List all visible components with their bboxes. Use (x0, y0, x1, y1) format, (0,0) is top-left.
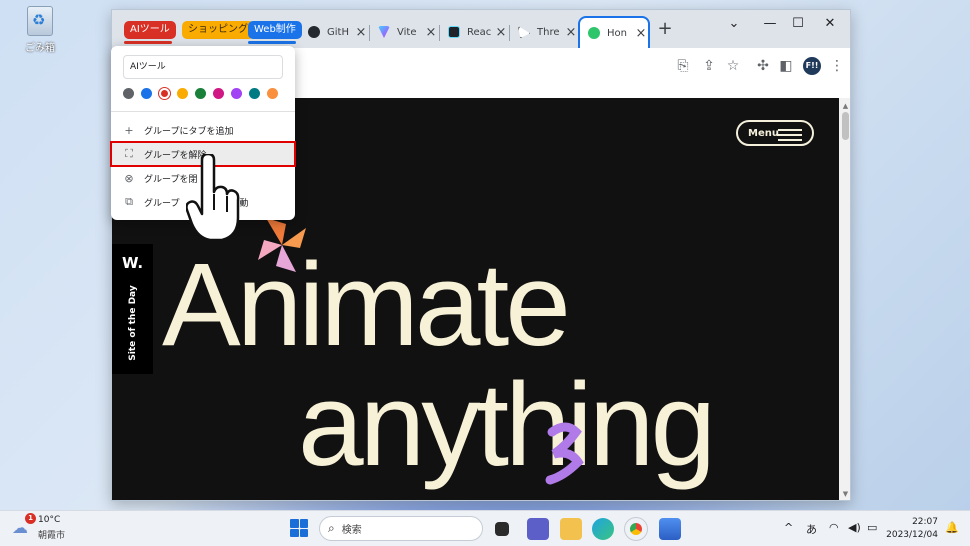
translate-icon[interactable]: ⎘ (674, 57, 692, 75)
store-icon[interactable] (659, 518, 681, 540)
scroll-down-arrow-icon[interactable]: ▼ (839, 488, 850, 500)
tab-label: Vite (397, 26, 417, 38)
notification-badge: 1 (25, 513, 36, 524)
scroll-up-arrow-icon[interactable]: ▲ (839, 100, 850, 112)
tab-vite[interactable]: Vite × (370, 16, 438, 48)
group-color-swatch[interactable] (141, 88, 152, 99)
github-icon (308, 26, 320, 38)
new-tab-button[interactable]: + (654, 19, 676, 41)
group-color-swatch[interactable] (195, 88, 206, 99)
group-color-swatch[interactable] (123, 88, 134, 99)
add-tab-to-group-item[interactable]: + グループにタブを追加 (111, 118, 295, 142)
tab-threejs[interactable]: Thre × (510, 16, 578, 48)
share-icon[interactable]: ⇪ (700, 57, 718, 75)
hero-heading-line2: anything (298, 359, 716, 491)
recycle-bin-label: ごみ箱 (25, 43, 55, 54)
tab-group-ai-tools[interactable]: AIツール (124, 21, 176, 39)
side-panel-icon[interactable]: ◧ (777, 57, 795, 75)
hero-heading-line1: Animate (162, 239, 571, 371)
close-icon[interactable]: × (564, 25, 578, 40)
bookmark-star-icon[interactable]: ☆ (724, 57, 742, 75)
hamburger-icon (778, 129, 802, 144)
tab-react[interactable]: Reac × (440, 16, 508, 48)
chevron-up-icon[interactable]: ^ (784, 521, 793, 534)
award-text: Site of the Day (128, 285, 138, 361)
awwwards-badge[interactable]: W. Site of the Day (112, 244, 153, 374)
taskbar: ☁ 1 10°C 朝霞市 ⌕ 検索 ^ あ ◠ ◀) ▭ 22:07 2023/… (0, 510, 970, 546)
clock-time: 22:07 (912, 517, 938, 527)
tab-group-shopping[interactable]: ショッピング (182, 21, 254, 39)
group-color-picker (123, 88, 278, 99)
tab-label: GitH (327, 26, 349, 38)
clover-icon (588, 27, 600, 39)
group-color-swatch[interactable] (177, 88, 188, 99)
maximize-button[interactable]: ☐ (780, 13, 816, 35)
close-icon[interactable]: × (354, 25, 368, 40)
tab-label: Hon (607, 27, 627, 39)
menu-divider (111, 111, 295, 112)
tab-group-web[interactable]: Web制作 (248, 21, 302, 39)
close-circle-icon: ⊗ (124, 171, 134, 185)
close-window-button[interactable]: ✕ (812, 13, 848, 35)
start-button-windows-icon[interactable] (290, 519, 308, 537)
group-name-input[interactable]: AIツール (123, 55, 283, 79)
clock[interactable]: 22:07 2023/12/04 (886, 516, 938, 542)
ungroup-icon: ⛶ (125, 147, 133, 160)
search-placeholder: 検索 (341, 525, 362, 536)
recycle-bin[interactable]: ごみ箱 (18, 6, 62, 54)
plus-icon: + (124, 123, 134, 137)
edge-icon[interactable] (592, 518, 614, 540)
volume-icon[interactable]: ◀) (848, 521, 861, 534)
tab-label: Thre (537, 26, 560, 38)
group-color-swatch[interactable] (249, 88, 260, 99)
scroll-thumb[interactable] (842, 112, 849, 140)
ime-indicator[interactable]: あ (806, 521, 817, 537)
wifi-icon[interactable]: ◠ (829, 521, 839, 534)
clock-date: 2023/12/04 (886, 530, 938, 540)
menu-label: Menu (748, 127, 779, 139)
react-icon (448, 26, 460, 38)
battery-icon[interactable]: ▭ (867, 521, 877, 534)
tab-home-active[interactable]: Hon × (578, 16, 650, 48)
weather-location: 朝霞市 (38, 531, 66, 541)
file-explorer-icon[interactable] (560, 518, 582, 540)
taskbar-search[interactable]: ⌕ 検索 (319, 516, 483, 541)
tab-strip: AIツール ショッピング Web制作 GitH × Vite × Reac × … (112, 10, 850, 48)
tab-label: Reac (467, 26, 492, 38)
group-color-swatch[interactable] (231, 88, 242, 99)
close-icon[interactable]: × (634, 26, 648, 41)
threejs-icon (518, 26, 530, 38)
group-color-swatch[interactable] (267, 88, 278, 99)
kebab-menu-icon[interactable]: ⋮ (828, 57, 846, 75)
tab-group-underline (248, 41, 296, 44)
menu-item-label: グループにタブを追加 (144, 126, 234, 137)
close-icon[interactable]: × (494, 25, 508, 40)
tab-search-chevron-icon[interactable]: ⌄ (716, 13, 752, 35)
tab-group-underline (124, 41, 172, 44)
tab-github[interactable]: GitH × (300, 16, 368, 48)
move-window-icon: ⧉ (125, 195, 133, 208)
profile-avatar[interactable]: F!! (803, 57, 821, 75)
squiggle-graphic (545, 422, 584, 485)
weather-temp: 10°C (38, 515, 61, 525)
search-icon: ⌕ (328, 521, 335, 535)
site-menu-button[interactable]: Menu (736, 120, 814, 146)
group-color-swatch[interactable] (213, 88, 224, 99)
task-view-icon[interactable] (495, 522, 509, 536)
notification-bell-icon[interactable]: 🔔 (945, 521, 959, 534)
close-icon[interactable]: × (424, 25, 438, 40)
group-color-swatch[interactable] (159, 88, 170, 99)
teams-icon[interactable] (527, 518, 549, 540)
menu-item-label: グループ (144, 198, 180, 209)
extensions-icon[interactable]: ✣ (754, 57, 772, 75)
recycle-bin-icon (27, 6, 53, 36)
hand-pointer-icon (186, 154, 240, 242)
vertical-scrollbar[interactable]: ▲ ▼ (839, 98, 850, 500)
vite-icon (378, 26, 390, 38)
chrome-icon[interactable] (624, 517, 648, 541)
